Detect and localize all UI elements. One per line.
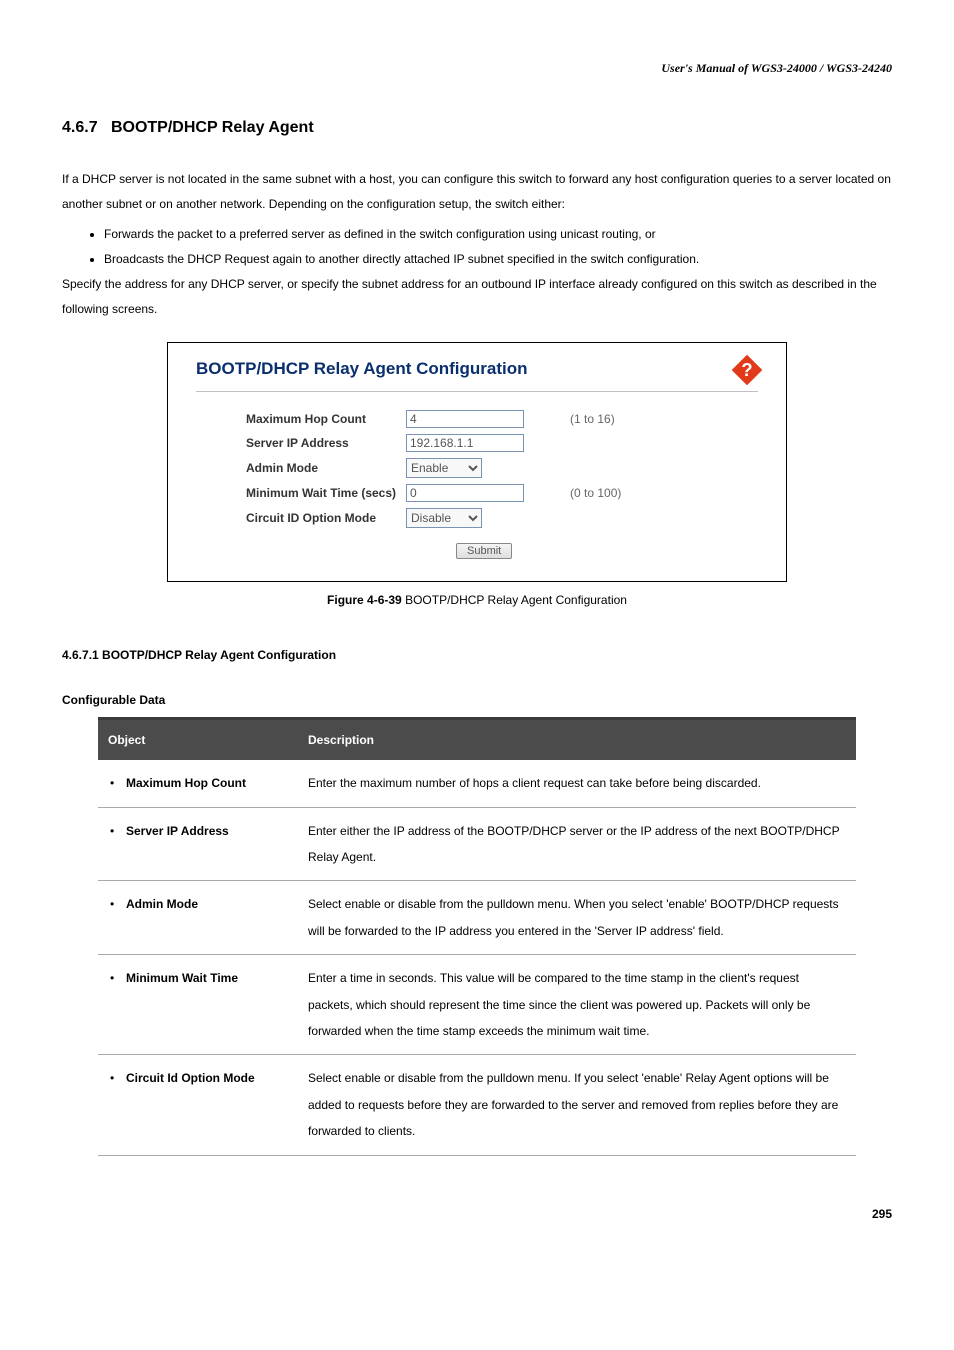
config-row-min-wait: Minimum Wait Time (secs) (0 to 100) [196, 484, 758, 502]
help-icon[interactable]: ? [730, 353, 764, 387]
section-number: 4.6.7 [62, 119, 98, 136]
svg-text:?: ? [741, 359, 752, 380]
table-row: Maximum Hop Count Enter the maximum numb… [98, 760, 856, 807]
figure-caption-rest: BOOTP/DHCP Relay Agent Configuration [402, 593, 627, 607]
description-cell: Enter a time in seconds. This value will… [298, 955, 856, 1055]
hint-min-wait: (0 to 100) [570, 485, 621, 502]
object-cell: Circuit Id Option Mode [98, 1055, 298, 1155]
label-admin-mode: Admin Mode [196, 460, 406, 477]
manual-header: User's Manual of WGS3-24000 / WGS3-24240 [62, 60, 892, 77]
input-max-hop[interactable] [406, 410, 524, 428]
figure-caption-bold: Figure 4-6-39 [327, 593, 402, 607]
description-cell: Enter the maximum number of hops a clien… [298, 760, 856, 807]
subsection-heading: 4.6.7.1 BOOTP/DHCP Relay Agent Configura… [62, 647, 892, 664]
page-number: 295 [62, 1206, 892, 1223]
section-title: BOOTP/DHCP Relay Agent [111, 119, 314, 136]
hint-max-hop: (1 to 16) [570, 411, 615, 428]
object-cell: Admin Mode [98, 881, 298, 955]
label-circuit-id: Circuit ID Option Mode [196, 510, 406, 527]
description-cell: Select enable or disable from the pulldo… [298, 881, 856, 955]
object-cell: Maximum Hop Count [98, 760, 298, 807]
bullet-list: Forwards the packet to a preferred serve… [104, 222, 892, 272]
input-server-ip[interactable] [406, 434, 524, 452]
panel-title-text: BOOTP/DHCP Relay Agent Configuration [196, 359, 528, 378]
section-heading: 4.6.7 BOOTP/DHCP Relay Agent [62, 117, 892, 139]
table-row: Minimum Wait Time Enter a time in second… [98, 955, 856, 1055]
label-min-wait: Minimum Wait Time (secs) [196, 485, 406, 502]
intro-paragraph: If a DHCP server is not located in the s… [62, 167, 892, 217]
description-cell: Enter either the IP address of the BOOTP… [298, 807, 856, 881]
figure-caption: Figure 4-6-39 BOOTP/DHCP Relay Agent Con… [62, 592, 892, 609]
submit-button[interactable]: Submit [456, 543, 512, 559]
object-cell: Minimum Wait Time [98, 955, 298, 1055]
config-row-server-ip: Server IP Address [196, 434, 758, 452]
panel-title: BOOTP/DHCP Relay Agent Configuration ? [196, 357, 758, 392]
table-row: Server IP Address Enter either the IP ad… [98, 807, 856, 881]
list-item: Broadcasts the DHCP Request again to ano… [104, 247, 892, 272]
config-data-table: Object Description Maximum Hop Count Ent… [98, 717, 856, 1156]
input-min-wait[interactable] [406, 484, 524, 502]
after-bullets-paragraph: Specify the address for any DHCP server,… [62, 272, 892, 322]
select-admin-mode[interactable]: Enable [406, 458, 482, 478]
label-server-ip: Server IP Address [196, 435, 406, 452]
select-circuit-id[interactable]: Disable [406, 508, 482, 528]
table-row: Circuit Id Option Mode Select enable or … [98, 1055, 856, 1155]
list-item: Forwards the packet to a preferred serve… [104, 222, 892, 247]
label-max-hop: Maximum Hop Count [196, 411, 406, 428]
object-cell: Server IP Address [98, 807, 298, 881]
config-panel: BOOTP/DHCP Relay Agent Configuration ? M… [167, 342, 787, 582]
config-row-max-hop: Maximum Hop Count (1 to 16) [196, 410, 758, 428]
config-row-admin-mode: Admin Mode Enable [196, 458, 758, 478]
table-header-object: Object [98, 718, 298, 760]
table-row: Admin Mode Select enable or disable from… [98, 881, 856, 955]
configurable-data-heading: Configurable Data [62, 692, 892, 709]
table-header-description: Description [298, 718, 856, 760]
description-cell: Select enable or disable from the pulldo… [298, 1055, 856, 1155]
config-row-circuit-id: Circuit ID Option Mode Disable [196, 508, 758, 528]
